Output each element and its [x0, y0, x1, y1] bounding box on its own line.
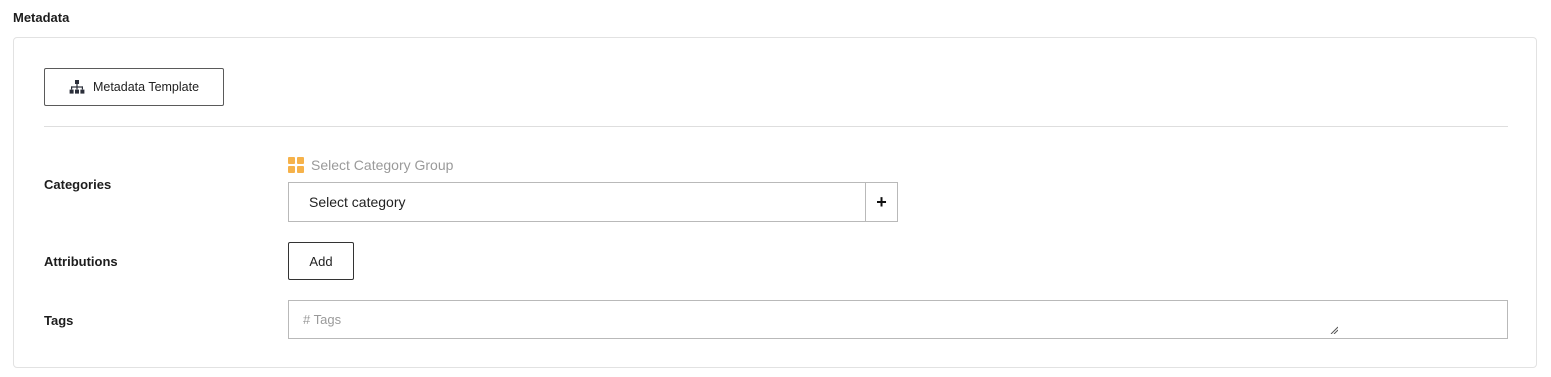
select-category-group-label: Select Category Group [311, 157, 454, 173]
add-category-button[interactable]: + [865, 183, 897, 221]
tags-input[interactable] [288, 300, 1508, 339]
grid-icon [288, 157, 304, 173]
divider [44, 126, 1508, 127]
attributions-label: Attributions [44, 254, 118, 269]
categories-label: Categories [44, 177, 112, 192]
category-select: Select category + [288, 182, 898, 222]
metadata-template-label: Metadata Template [92, 80, 200, 94]
add-attribution-button[interactable]: Add [288, 242, 354, 280]
resize-handle-icon[interactable] [1330, 326, 1338, 334]
category-select-value[interactable]: Select category [289, 183, 865, 221]
section-title: Metadata [13, 10, 70, 25]
sitemap-icon [69, 80, 85, 94]
tags-label: Tags [44, 313, 74, 328]
metadata-panel: Metadata Template Categories Select Cate… [13, 37, 1537, 368]
select-category-group-link[interactable]: Select Category Group [288, 157, 453, 173]
metadata-template-button[interactable]: Metadata Template [44, 68, 224, 106]
